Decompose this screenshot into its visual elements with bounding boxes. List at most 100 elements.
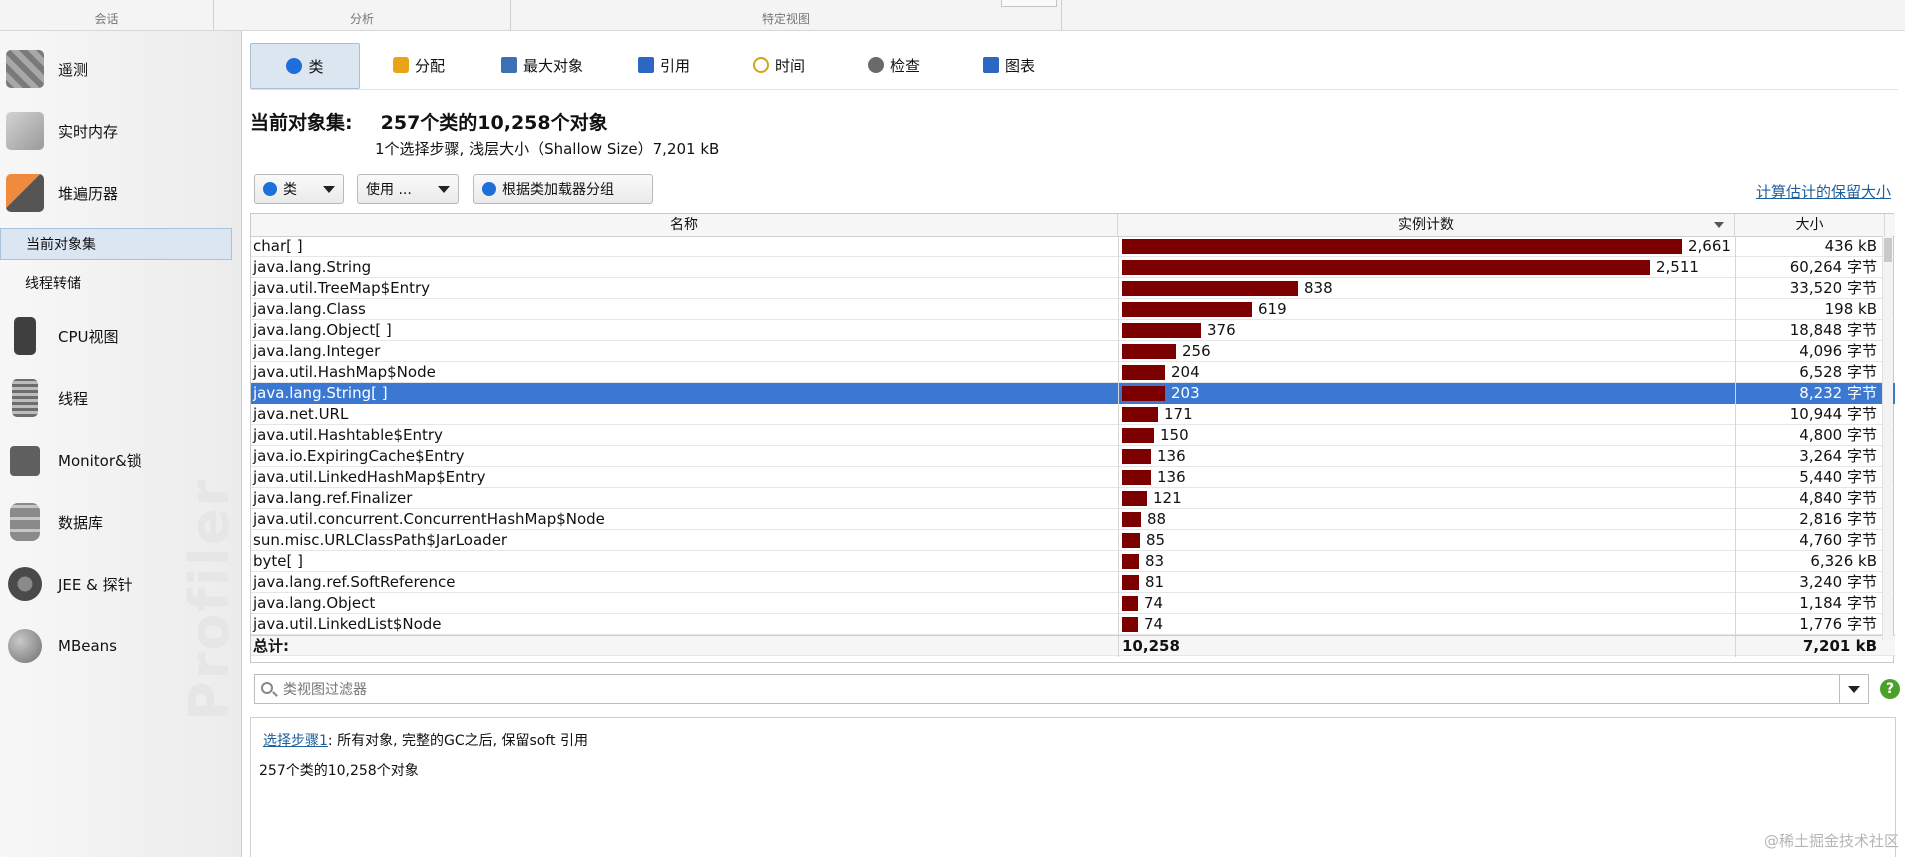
instance-count-cell: 136: [1118, 446, 1735, 467]
sidebar-subitem-thread-dump[interactable]: 线程转储: [0, 268, 232, 300]
sidebar-item-cpu-views[interactable]: CPU视图: [0, 310, 241, 362]
size-cell: 198 kB: [1735, 299, 1885, 320]
table-row[interactable]: java.util.TreeMap$Entry 838 33,520 字节: [251, 278, 1895, 299]
tab-label: 时间: [774, 56, 805, 75]
table-row[interactable]: java.util.HashMap$Node 204 6,528 字节: [251, 362, 1895, 383]
selection-step-link[interactable]: 选择步骤1: [263, 733, 328, 749]
class-name-cell: java.util.Hashtable$Entry: [253, 426, 443, 444]
gauge-icon: [8, 567, 42, 601]
table-row[interactable]: java.lang.ref.Finalizer 121 4,840 字节: [251, 488, 1895, 509]
column-header-name[interactable]: 名称: [251, 214, 1118, 236]
tab-biggest-objects[interactable]: 最大对象: [480, 43, 604, 87]
tab-graph[interactable]: 图表: [955, 43, 1063, 87]
sidebar-subitem-current-object-set[interactable]: 当前对象集: [0, 228, 232, 260]
size-cell: 10,944 字节: [1735, 404, 1885, 425]
table-row[interactable]: java.lang.Object[ ] 376 18,848 字节: [251, 320, 1895, 341]
chevron-down-icon: [438, 185, 450, 193]
sidebar-item-label: JEE & 探针: [58, 575, 133, 594]
memory-cubes-icon: [6, 112, 44, 150]
table-row[interactable]: java.lang.String 2,511 60,264 字节: [251, 257, 1895, 278]
instance-count-bar: [1122, 344, 1176, 359]
table-row[interactable]: java.util.LinkedList$Node 74 1,776 字节: [251, 614, 1895, 635]
size-cell: 4,840 字节: [1735, 488, 1885, 509]
tab-label: 类: [308, 57, 324, 76]
table-row[interactable]: java.lang.ref.SoftReference 81 3,240 字节: [251, 572, 1895, 593]
instance-count-bar: [1122, 260, 1650, 275]
sidebar-item-threads[interactable]: 线程: [0, 372, 241, 424]
instance-count-label: 203: [1171, 384, 1200, 402]
class-name-cell: java.lang.Object[ ]: [253, 321, 392, 339]
cpu-chip-icon: [14, 317, 36, 355]
sidebar-item-label: 实时内存: [58, 122, 119, 141]
class-name-cell: java.lang.ref.Finalizer: [253, 489, 413, 507]
table-row[interactable]: java.util.concurrent.ConcurrentHashMap$N…: [251, 509, 1895, 530]
table-row[interactable]: java.lang.Class 619 198 kB: [251, 299, 1895, 320]
calculate-retained-sizes-link[interactable]: 计算估计的保留大小: [1756, 181, 1891, 202]
view-type-select[interactable]: 类: [254, 174, 344, 204]
filter-dropdown-button[interactable]: [1839, 675, 1868, 703]
instance-count-bar: [1122, 323, 1201, 338]
vertical-scrollbar[interactable]: [1882, 236, 1893, 640]
instance-count-label: 121: [1153, 489, 1182, 507]
selection-summary: 1个选择步骤, 浅层大小（Shallow Size）7,201 kB: [375, 140, 720, 158]
size-cell: 4,096 字节: [1735, 341, 1885, 362]
tab-time[interactable]: 时间: [725, 43, 833, 87]
table-row[interactable]: java.lang.String[ ] 203 8,232 字节: [251, 383, 1895, 404]
instance-count-bar: [1122, 554, 1139, 569]
gear-icon: [867, 57, 884, 73]
sidebar-item-label: MBeans: [58, 637, 117, 655]
instance-count-bar: [1122, 281, 1298, 296]
search-icon: [261, 682, 273, 694]
table-row[interactable]: java.util.Hashtable$Entry 150 4,800 字节: [251, 425, 1895, 446]
sidebar-item-live-memory[interactable]: 实时内存: [0, 105, 241, 157]
tab-allocations[interactable]: 分配: [365, 43, 473, 87]
table-row[interactable]: byte[ ] 83 6,326 kB: [251, 551, 1895, 572]
class-filter-input[interactable]: [281, 679, 1825, 701]
instance-count-cell: 74: [1118, 593, 1735, 614]
instance-count-cell: 150: [1118, 425, 1735, 446]
table-row[interactable]: java.util.LinkedHashMap$Entry 136 5,440 字节: [251, 467, 1895, 488]
ribbon-bar: 会话 分析 特定视图: [0, 0, 1905, 31]
table-row[interactable]: sun.misc.URLClassPath$JarLoader 85 4,760 字…: [251, 530, 1895, 551]
tab-inspections[interactable]: 检查: [840, 43, 948, 87]
table-row[interactable]: java.io.ExpiringCache$Entry 136 3,264 字节: [251, 446, 1895, 467]
sidebar-item-label: CPU视图: [58, 327, 119, 346]
size-cell: 5,440 字节: [1735, 467, 1885, 488]
size-cell: 1,184 字节: [1735, 593, 1885, 614]
table-row[interactable]: java.lang.Integer 256 4,096 字节: [251, 341, 1895, 362]
scrollbar-thumb[interactable]: [1884, 238, 1892, 262]
tab-references[interactable]: 引用: [610, 43, 718, 87]
column-header-size[interactable]: 大小: [1735, 214, 1885, 236]
instance-count-label: 136: [1157, 447, 1186, 465]
instance-count-cell: 203: [1118, 383, 1735, 404]
instance-count-cell: 85: [1118, 530, 1735, 551]
selection-step: 选择步骤1: 所有对象, 完整的GC之后, 保留soft 引用: [263, 730, 588, 750]
instance-count-cell: 2,661: [1118, 236, 1735, 257]
instance-count-cell: 171: [1118, 404, 1735, 425]
sidebar-item-telemetry[interactable]: 遥测: [0, 43, 241, 95]
size-cell: 3,264 字节: [1735, 446, 1885, 467]
tab-classes[interactable]: 类: [250, 43, 360, 89]
column-header-instance-count[interactable]: 实例计数: [1118, 214, 1735, 236]
class-filter-box: [254, 674, 1869, 704]
size-cell: 2,816 字节: [1735, 509, 1885, 530]
instance-count-label: 2,661: [1688, 237, 1731, 255]
help-icon[interactable]: ?: [1880, 679, 1900, 699]
table-row[interactable]: java.net.URL 171 10,944 字节: [251, 404, 1895, 425]
page-title-value: 257个类的10,258个对象: [380, 112, 608, 134]
use-button[interactable]: 使用 ...: [357, 174, 459, 204]
table-row[interactable]: java.lang.Object 74 1,184 字节: [251, 593, 1895, 614]
instance-count-cell: 74: [1118, 614, 1735, 635]
sidebar-item-heap-walker[interactable]: 堆遍历器: [0, 167, 241, 219]
class-name-cell: java.lang.String: [253, 258, 372, 276]
column-header-label: 实例计数: [1398, 217, 1454, 233]
instance-count-bar: [1122, 575, 1139, 590]
tab-label: 分配: [414, 56, 445, 75]
group-button-label: 根据类加载器分组: [502, 182, 614, 198]
instance-count-bar: [1122, 596, 1138, 611]
ribbon-button-stub[interactable]: [1001, 0, 1057, 7]
tab-label: 最大对象: [522, 56, 583, 75]
group-by-classloader-button[interactable]: 根据类加载器分组: [473, 174, 653, 204]
sidebar-item-label: 堆遍历器: [58, 184, 119, 203]
table-row[interactable]: char[ ] 2,661 436 kB: [251, 236, 1895, 257]
